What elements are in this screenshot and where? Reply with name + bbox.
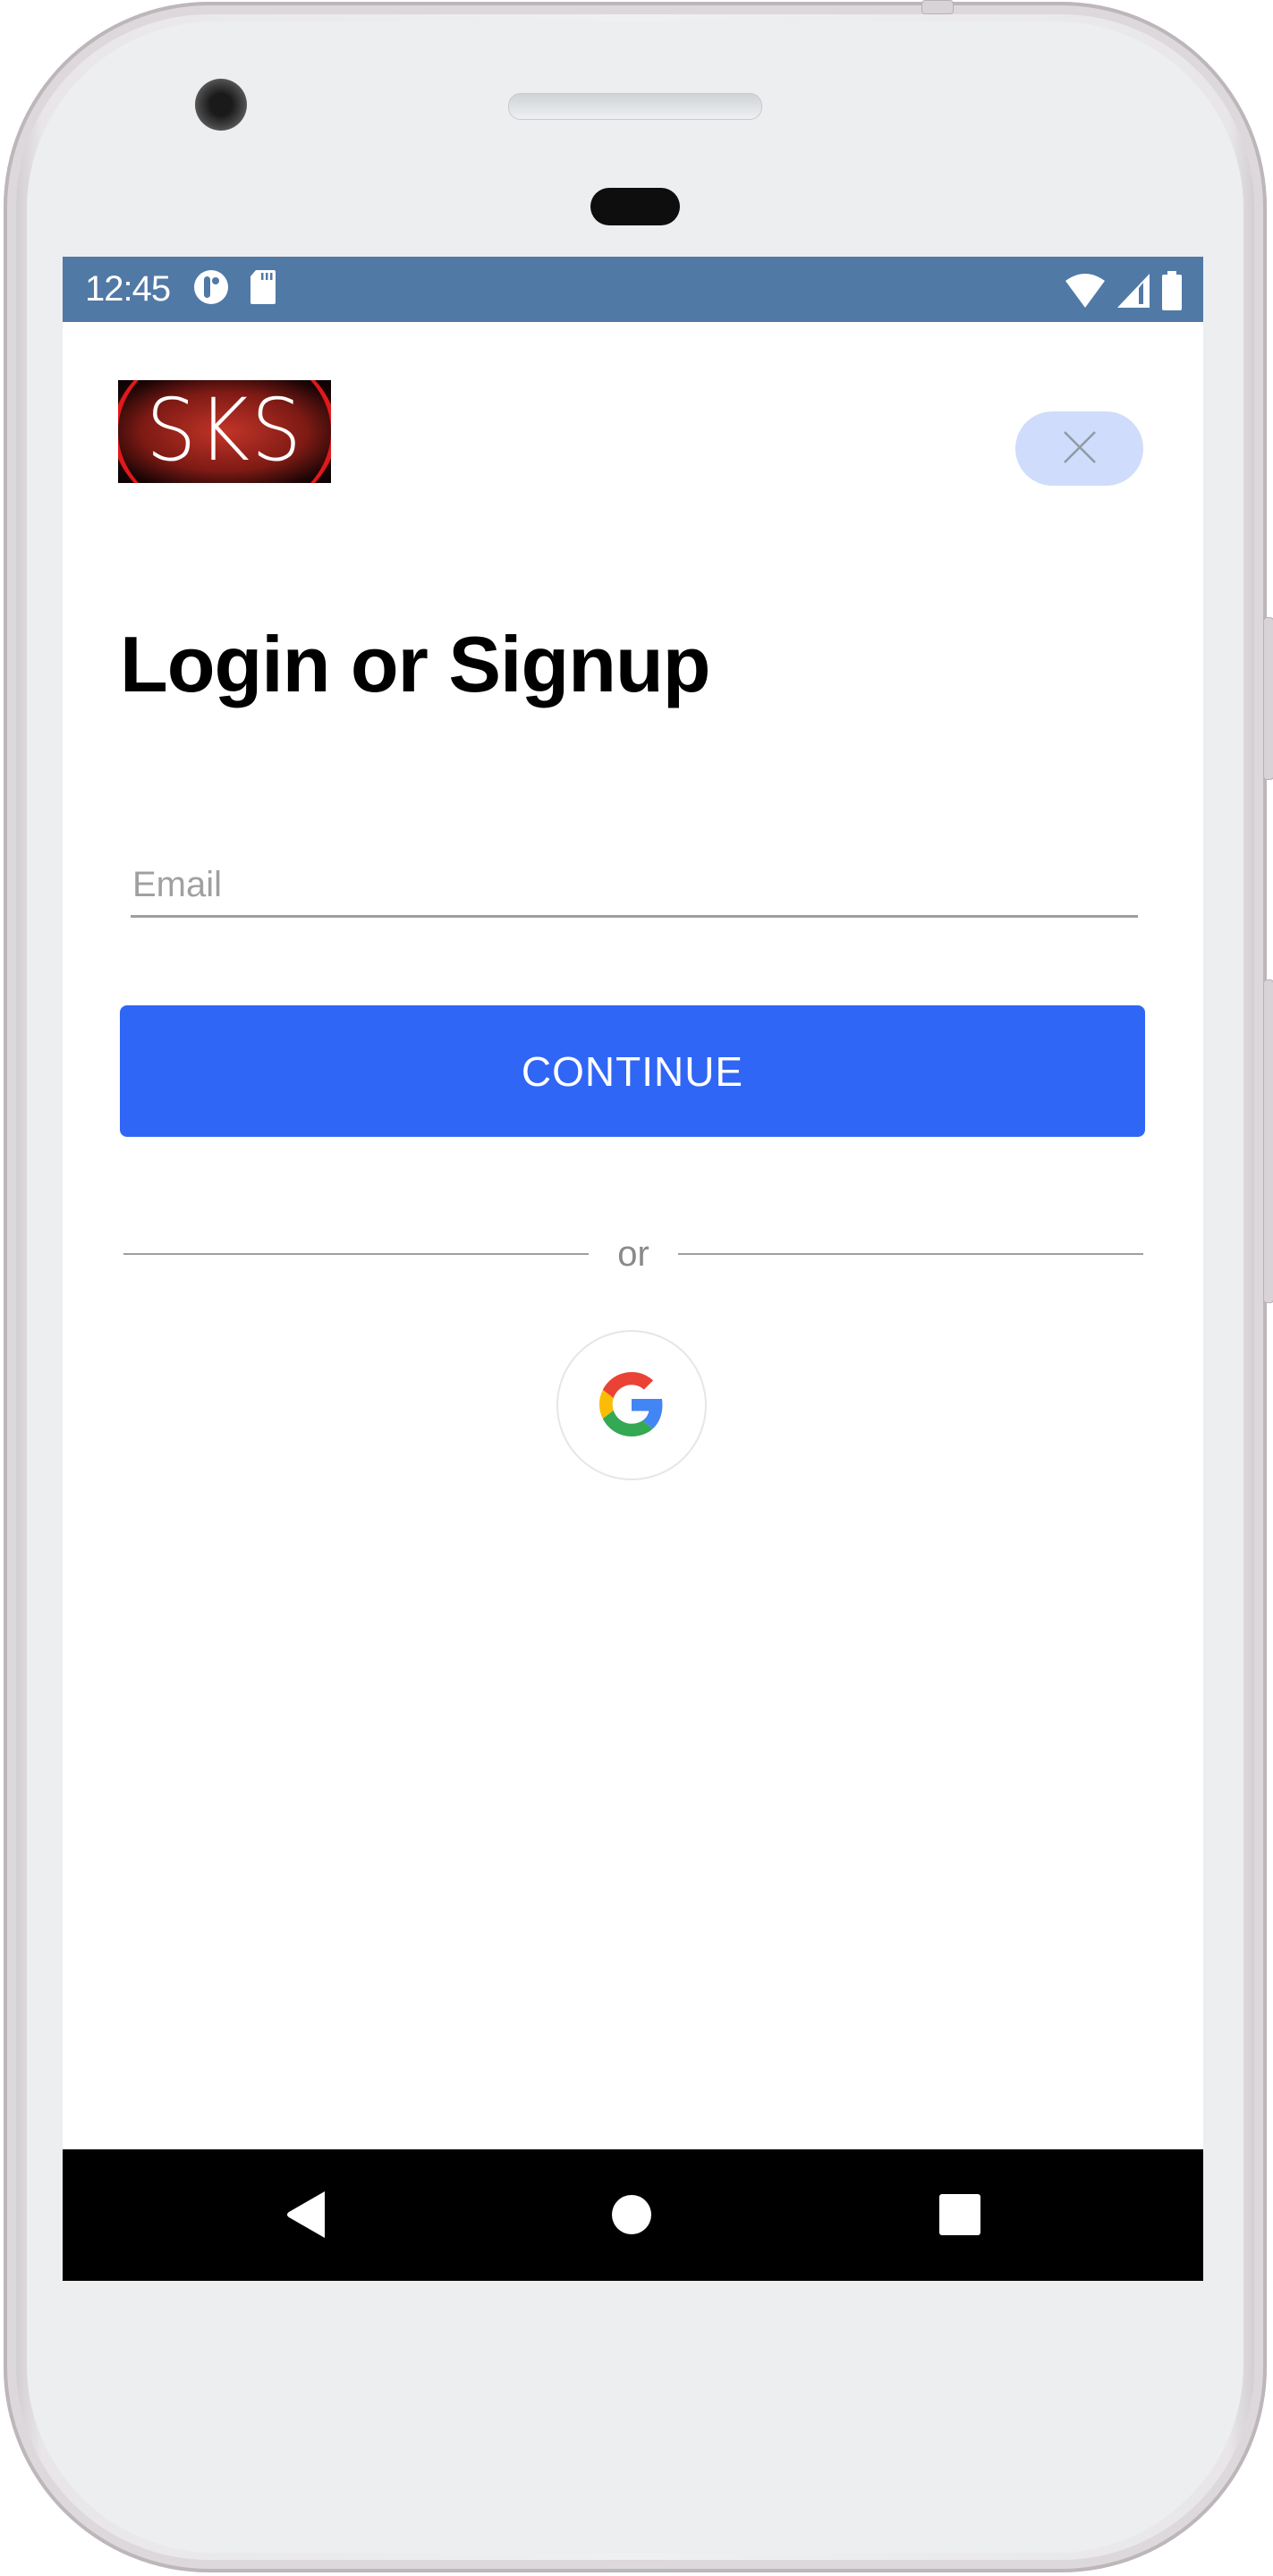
divider-line-left — [123, 1253, 590, 1255]
proximity-sensor — [590, 188, 680, 225]
continue-button[interactable]: CONTINUE — [120, 1005, 1145, 1137]
divider-text: or — [617, 1234, 649, 1274]
status-bar: 12:45 — [63, 257, 1203, 322]
android-nav-bar — [63, 2149, 1203, 2281]
google-g-icon — [599, 1371, 664, 1439]
battery-icon — [1160, 271, 1184, 315]
sd-card-icon — [249, 268, 277, 310]
screen: 12:45 SKS Login or Signup Email CONTINUE… — [63, 257, 1203, 2281]
power-button — [1263, 617, 1273, 780]
earpiece-speaker — [508, 93, 762, 120]
recents-button[interactable] — [929, 2185, 991, 2248]
home-icon — [610, 2193, 653, 2241]
status-time: 12:45 — [85, 269, 171, 309]
back-icon — [284, 2190, 328, 2244]
data-saver-icon — [191, 267, 231, 311]
sks-logo: SKS — [118, 380, 331, 483]
close-button[interactable] — [1015, 411, 1143, 486]
top-notch-mark — [921, 0, 954, 14]
volume-button — [1263, 979, 1273, 1303]
status-right-icons — [1064, 271, 1184, 315]
logo-text: SKS — [146, 380, 303, 480]
cellular-signal-icon — [1116, 272, 1151, 314]
google-signin-button[interactable] — [556, 1330, 707, 1480]
email-field[interactable] — [131, 854, 1138, 918]
wifi-icon — [1064, 272, 1107, 314]
recents-icon — [938, 2193, 981, 2241]
page-title: Login or Signup — [120, 620, 711, 708]
home-button[interactable] — [600, 2185, 663, 2248]
close-icon — [1062, 429, 1098, 468]
front-camera — [195, 79, 247, 131]
back-button[interactable] — [275, 2185, 337, 2248]
or-divider: or — [123, 1232, 1144, 1276]
divider-line-right — [677, 1253, 1144, 1255]
